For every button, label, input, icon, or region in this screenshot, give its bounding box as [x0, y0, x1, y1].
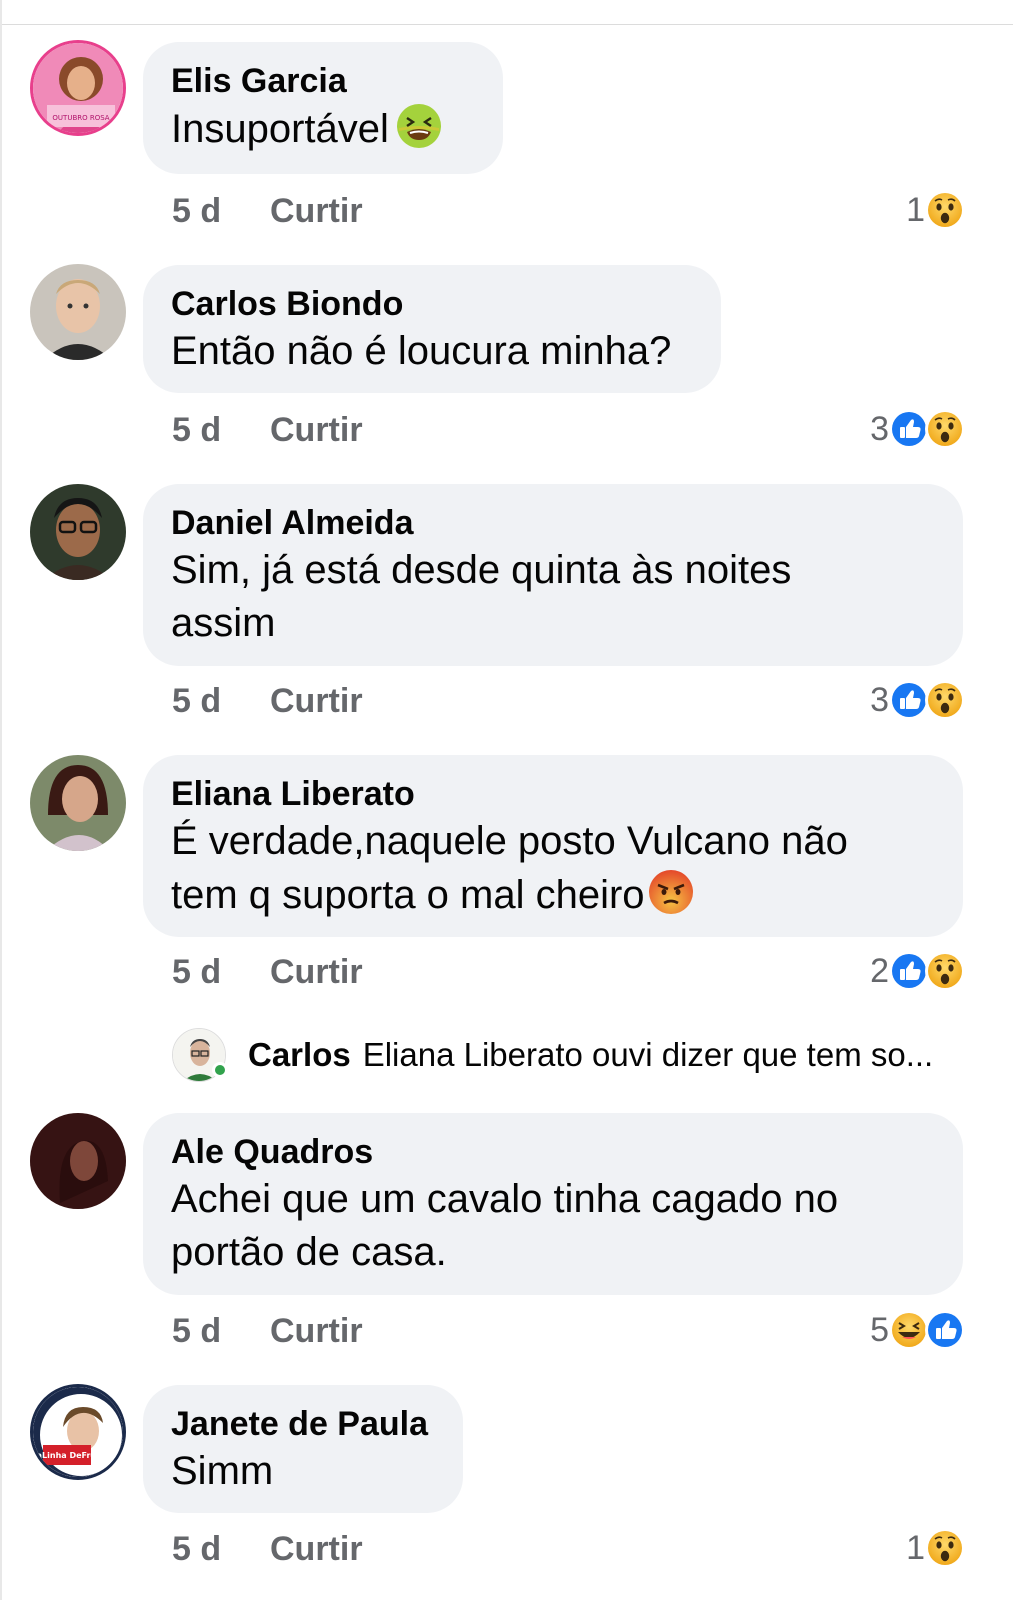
comment-bubble: Janete de Paula Simm	[143, 1385, 463, 1513]
reaction-count: 3	[870, 409, 889, 448]
avatar[interactable]	[30, 484, 126, 580]
wow-reaction-icon	[925, 951, 965, 991]
comment-time[interactable]: 5 d	[172, 953, 270, 992]
reaction-summary[interactable]: 5	[870, 1308, 965, 1352]
like-button[interactable]: Curtir	[270, 192, 363, 231]
online-status-indicator	[212, 1062, 228, 1078]
reply-preview[interactable]: Carlos Eliana Liberato ouvi dizer que te…	[172, 1026, 933, 1084]
comment-text: Sim, já está desde quinta às noites assi…	[171, 548, 792, 645]
comment-text: Então não é loucura minha?	[171, 329, 672, 373]
comment-bubble: Eliana Liberato É verdade,naquele posto …	[143, 755, 963, 937]
wow-reaction-icon	[925, 409, 965, 449]
avatar[interactable]	[30, 755, 126, 851]
reaction-summary[interactable]: 3	[870, 407, 965, 451]
like-button[interactable]: Curtir	[270, 411, 363, 450]
comment-time[interactable]: 5 d	[172, 411, 270, 450]
comment-bubble: Ale Quadros Achei que um cavalo tinha ca…	[143, 1113, 963, 1295]
comment-text: É verdade,naquele posto Vulcano não tem …	[171, 819, 848, 917]
reply-text: Eliana Liberato ouvi dizer que tem so...	[362, 1036, 934, 1073]
comment-actions: 5 d Curtir	[172, 191, 363, 231]
comment-time[interactable]: 5 d	[172, 192, 270, 231]
wow-reaction-icon	[925, 1528, 965, 1568]
like-button[interactable]: Curtir	[270, 953, 363, 992]
angry-face-icon	[647, 868, 695, 916]
reaction-count: 2	[870, 951, 889, 990]
like-button[interactable]: Curtir	[270, 682, 363, 721]
comment-bubble: Carlos Biondo Então não é loucura minha?	[143, 265, 721, 393]
comment-text: Insuportável	[171, 102, 475, 156]
comment-actions: 5 d Curtir	[172, 681, 363, 721]
reaction-summary[interactable]: 1	[906, 188, 965, 232]
reaction-count: 1	[906, 1528, 925, 1567]
comment-time[interactable]: 5 d	[172, 1530, 270, 1569]
wow-reaction-icon	[925, 190, 965, 230]
wow-reaction-icon	[925, 680, 965, 720]
svg-text:OUTUBRO ROSA: OUTUBRO ROSA	[52, 114, 109, 122]
comment-actions: 5 d Curtir	[172, 1311, 363, 1351]
avatar[interactable]: OUTUBRO ROSA	[30, 40, 126, 136]
comment-author[interactable]: Ale Quadros	[171, 1131, 935, 1173]
like-reaction-icon	[889, 951, 929, 991]
avatar[interactable]: #NaLinha DeFrente	[30, 1384, 126, 1480]
like-button[interactable]: Curtir	[270, 1312, 363, 1351]
comment-text: Simm	[171, 1449, 274, 1493]
comment-text: Achei que um cavalo tinha cagado no port…	[171, 1177, 839, 1274]
reaction-count: 1	[906, 190, 925, 229]
comment-author[interactable]: Daniel Almeida	[171, 502, 935, 544]
svg-text:#NaLinha DeFrente: #NaLinha DeFrente	[33, 1451, 111, 1460]
haha-reaction-icon	[889, 1310, 929, 1350]
avatar[interactable]	[30, 264, 126, 360]
top-divider	[0, 24, 1013, 25]
left-border	[0, 0, 2, 1600]
reaction-summary[interactable]: 3	[870, 678, 965, 722]
comment-author[interactable]: Eliana Liberato	[171, 773, 935, 815]
like-reaction-icon	[889, 680, 929, 720]
comment-bubble: Elis Garcia Insuportável	[143, 42, 503, 174]
reaction-summary[interactable]: 1	[906, 1526, 965, 1570]
comment-actions: 5 d Curtir	[172, 410, 363, 450]
nauseated-face-icon	[395, 102, 443, 150]
like-reaction-icon	[925, 1310, 965, 1350]
comment-time[interactable]: 5 d	[172, 1312, 270, 1351]
like-button[interactable]: Curtir	[270, 1530, 363, 1569]
reaction-summary[interactable]: 2	[870, 949, 965, 993]
comment-actions: 5 d Curtir	[172, 1529, 363, 1569]
reply-author[interactable]: Carlos	[248, 1036, 351, 1074]
reaction-count: 3	[870, 680, 889, 719]
like-reaction-icon	[889, 409, 929, 449]
comment-author[interactable]: Carlos Biondo	[171, 283, 693, 325]
reaction-count: 5	[870, 1310, 889, 1349]
comment-bubble: Daniel Almeida Sim, já está desde quinta…	[143, 484, 963, 666]
comment-author[interactable]: Elis Garcia	[171, 60, 475, 102]
comment-actions: 5 d Curtir	[172, 952, 363, 992]
avatar[interactable]	[30, 1113, 126, 1209]
comment-time[interactable]: 5 d	[172, 682, 270, 721]
comment-author[interactable]: Janete de Paula	[171, 1403, 435, 1445]
